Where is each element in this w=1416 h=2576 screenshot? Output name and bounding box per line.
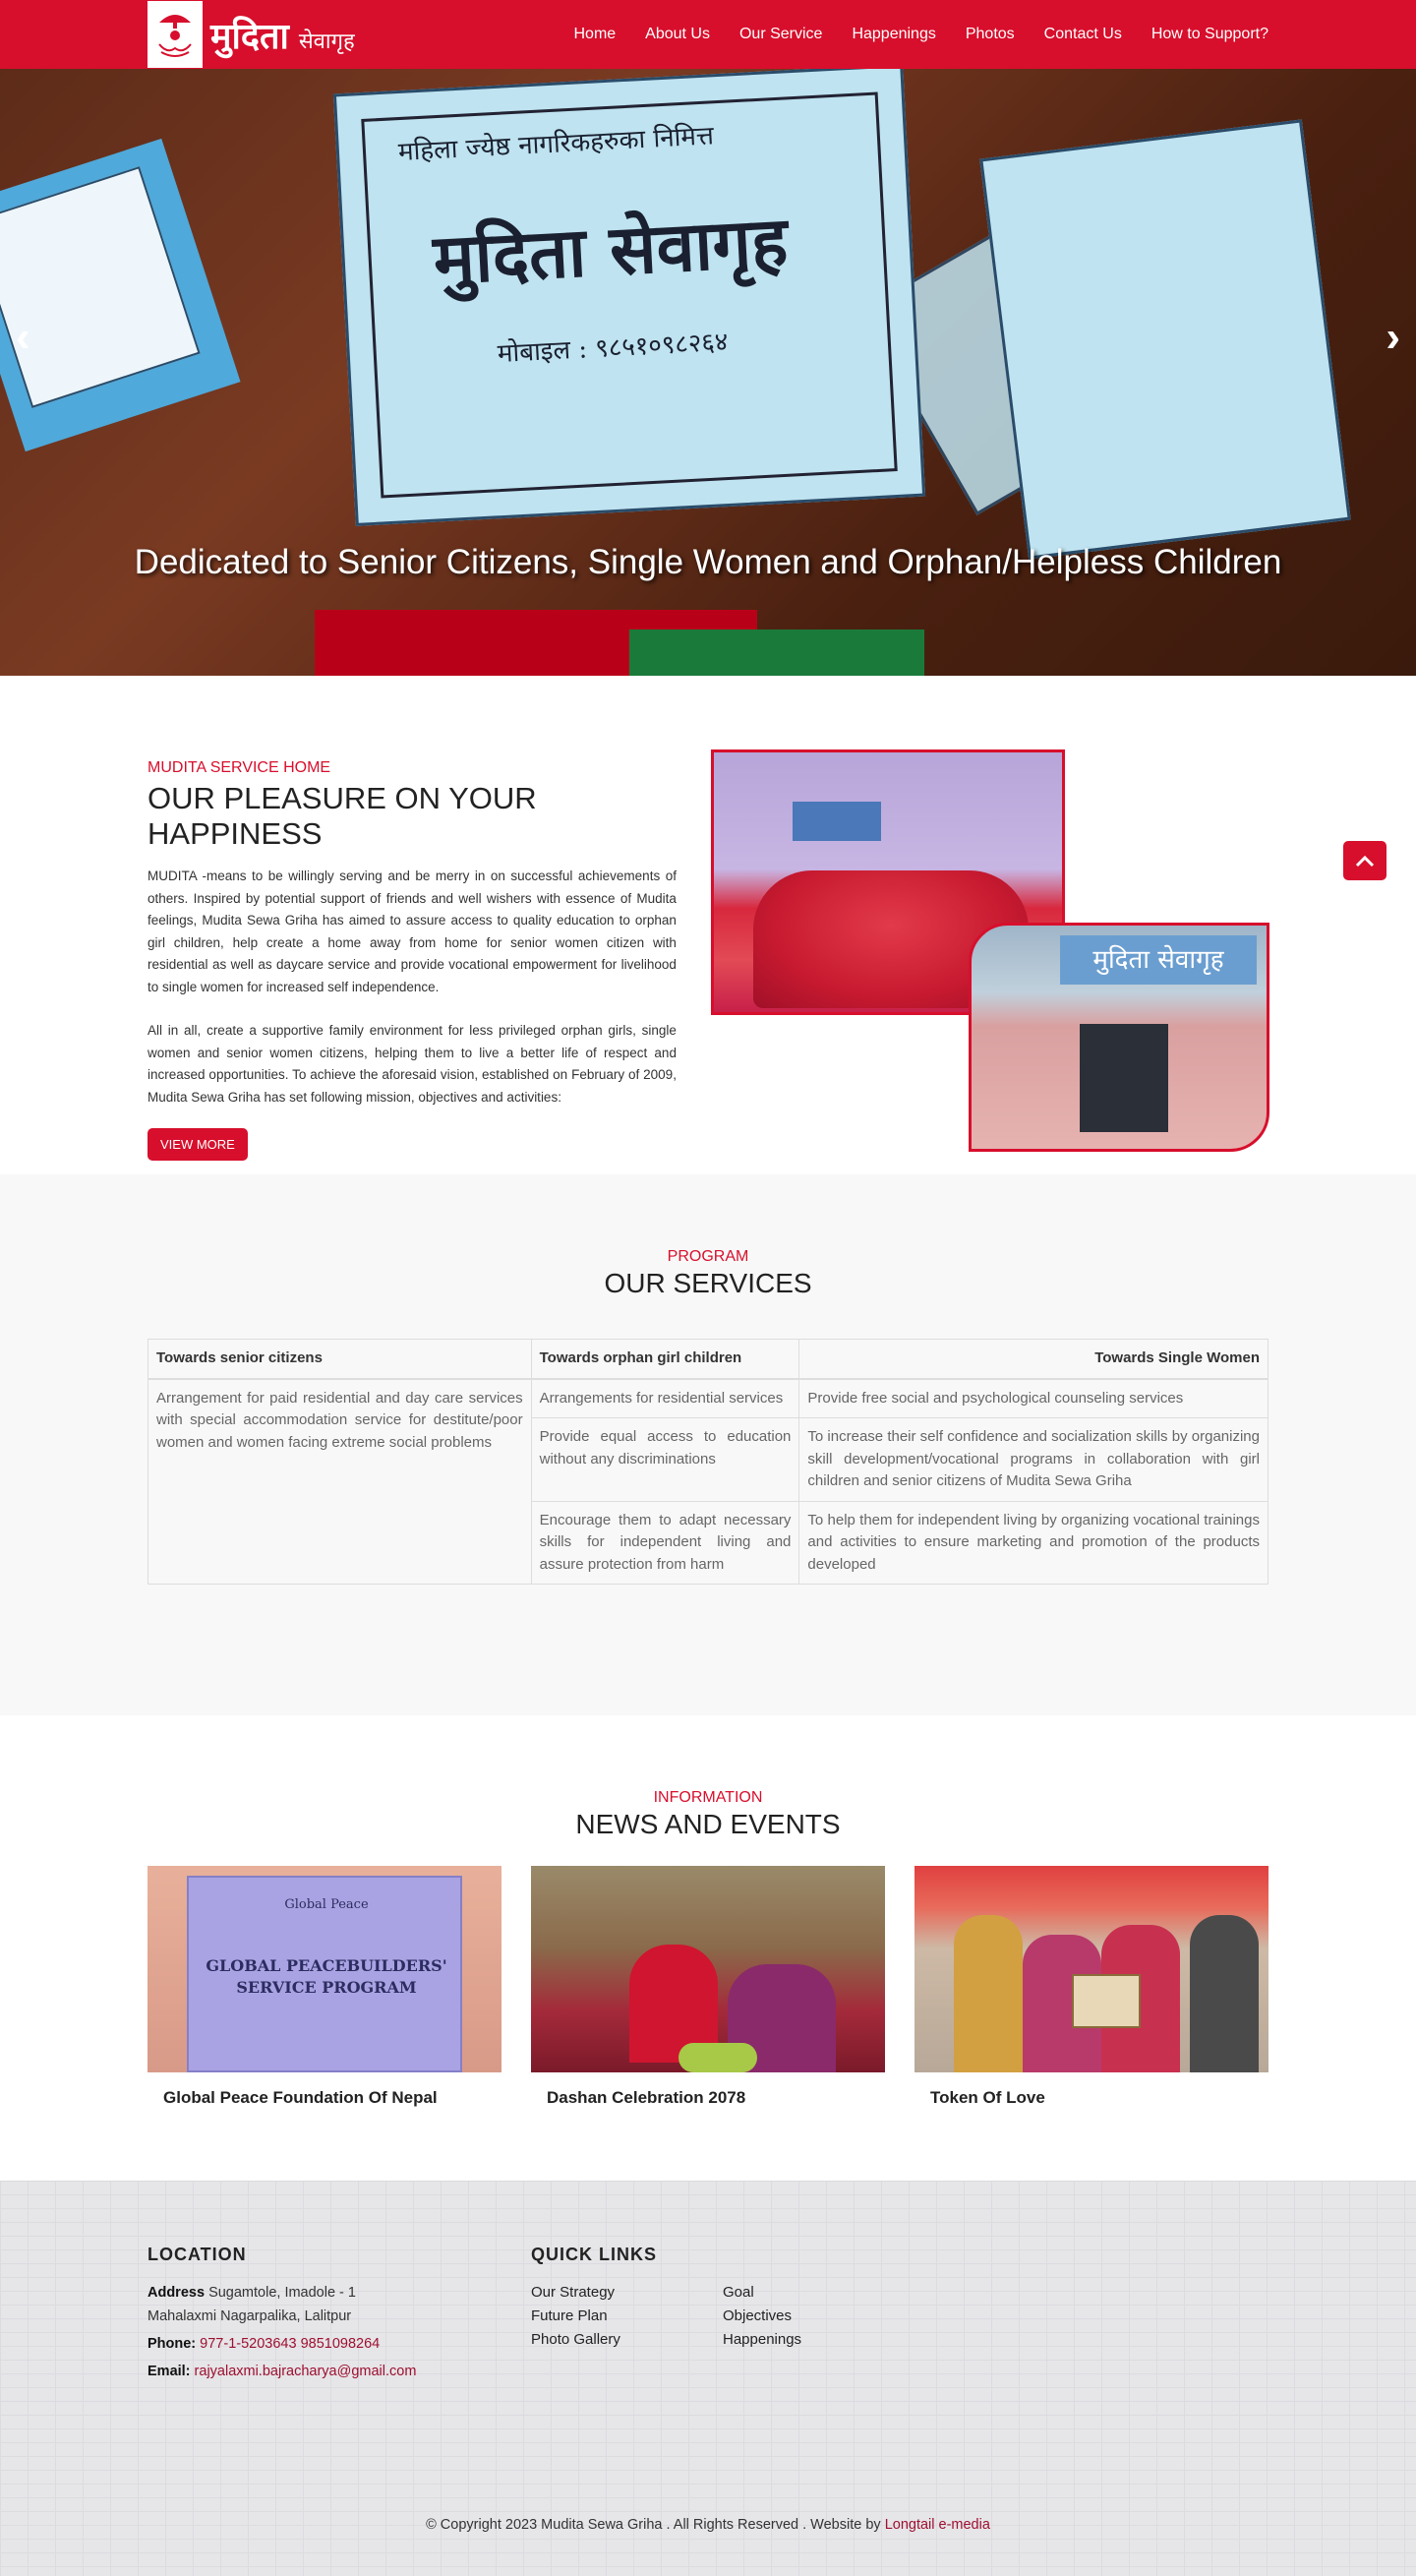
link-goal[interactable]: Goal xyxy=(723,2281,914,2305)
address-line-2: Mahalaxmi Nagarpalika, Lalitpur xyxy=(148,2308,352,2324)
location-heading: LOCATION xyxy=(148,2245,247,2264)
table-row: Arrangement for paid residential and day… xyxy=(148,1378,1268,1585)
nav-home[interactable]: Home xyxy=(573,26,616,43)
link-future-plan[interactable]: Future Plan xyxy=(531,2305,723,2328)
footer: LOCATION Address Sugamtole, Imadole - 1 … xyxy=(0,2181,1416,2576)
slider-next-icon[interactable]: › xyxy=(1386,313,1400,362)
about-paragraph-2: All in all, create a supportive family e… xyxy=(148,1023,677,1105)
nav-how-to-support[interactable]: How to Support? xyxy=(1151,26,1268,43)
hero-card-stack xyxy=(979,119,1351,560)
about-title: OUR PLEASURE ON YOUR HAPPINESS xyxy=(148,781,537,851)
table-cell: To increase their self confidence and so… xyxy=(798,1417,1268,1502)
about-section: MUDITA SERVICE HOME OUR PLEASURE ON YOUR… xyxy=(0,676,1416,1174)
nav-photos[interactable]: Photos xyxy=(966,26,1015,43)
link-our-strategy[interactable]: Our Strategy xyxy=(531,2281,723,2305)
hero-card-title: मुदिता सेवागृह xyxy=(431,200,791,301)
services-kicker: PROGRAM xyxy=(667,1248,749,1265)
phone-label: Phone: xyxy=(148,2336,197,2352)
table-cell: Encourage them to adapt necessary skills… xyxy=(530,1500,800,1585)
about-paragraph-1: MUDITA -means to be willingly serving an… xyxy=(148,869,677,994)
services-table: Towards senior citizens Towards orphan g… xyxy=(148,1339,1268,1585)
logo[interactable]: मुदिता सेवागृह xyxy=(148,1,355,68)
nav-contact-us[interactable]: Contact Us xyxy=(1044,26,1122,43)
navbar: मुदिता सेवागृह Home About Us Our Service… xyxy=(0,0,1416,69)
table-cell: Provide free social and psychological co… xyxy=(798,1378,1268,1418)
news-image[interactable] xyxy=(914,1866,1268,2072)
email-link[interactable]: rajyalaxmi.bajracharya@gmail.com xyxy=(195,2364,417,2379)
address-label: Address xyxy=(148,2285,206,2301)
table-cell: Arrangements for residential services xyxy=(530,1378,800,1418)
slider-prev-icon[interactable]: ‹ xyxy=(16,313,30,362)
news-image[interactable]: Global Peace GLOBAL PEACEBUILDERS' SERVI… xyxy=(148,1866,502,2072)
news-title: NEWS AND EVENTS xyxy=(575,1809,841,1839)
email-label: Email: xyxy=(148,2364,191,2379)
copyright: © Copyright 2023 Mudita Sewa Griha . All… xyxy=(0,2517,1416,2533)
chevron-up-icon xyxy=(1355,855,1375,868)
table-header-row: Towards senior citizens Towards orphan g… xyxy=(148,1339,1268,1380)
board-line-1: GLOBAL PEACEBUILDERS' xyxy=(206,1956,447,1975)
phone-number[interactable]: 977-1-5203643 9851098264 xyxy=(200,2336,380,2352)
about-kicker: MUDITA SERVICE HOME xyxy=(148,759,331,776)
board-brand: Global Peace xyxy=(284,1897,369,1912)
copyright-text: © Copyright 2023 Mudita Sewa Griha . All… xyxy=(426,2517,881,2533)
hero-slider: महिला ज्येष्ठ नागरिकहरुका निमित्त मुदिता… xyxy=(0,0,1416,676)
table-header: Towards orphan girl children xyxy=(530,1339,800,1380)
news-card[interactable]: Token Of Love xyxy=(914,1866,1268,2108)
news-image[interactable] xyxy=(531,1866,885,2072)
quick-links-heading: QUICK LINKS xyxy=(531,2245,657,2264)
link-photo-gallery[interactable]: Photo Gallery xyxy=(531,2328,723,2352)
table-cell: To help them for independent living by o… xyxy=(798,1500,1268,1585)
logo-sub-text: सेवागृह xyxy=(298,29,355,54)
hero-card-image: महिला ज्येष्ठ नागरिकहरुका निमित्त मुदिता… xyxy=(332,64,926,526)
services-section: PROGRAM OUR SERVICES Towards senior citi… xyxy=(0,1174,1416,1715)
hero-caption: Dedicated to Senior Citizens, Single Wom… xyxy=(134,543,1282,581)
quick-links: Our Strategy Goal Future Plan Objectives… xyxy=(531,2281,914,2352)
news-kicker: INFORMATION xyxy=(653,1789,763,1806)
board-line-2: SERVICE PROGRAM xyxy=(236,1978,417,1997)
news-card-title[interactable]: Token Of Love xyxy=(914,2072,1268,2108)
nav-about-us[interactable]: About Us xyxy=(645,26,710,43)
table-cell: Arrangement for paid residential and day… xyxy=(148,1378,532,1585)
news-card[interactable]: Global Peace GLOBAL PEACEBUILDERS' SERVI… xyxy=(148,1866,502,2108)
news-section: INFORMATION NEWS AND EVENTS Global Peace… xyxy=(0,1715,1416,2181)
view-more-button[interactable]: VIEW MORE xyxy=(148,1128,248,1161)
news-card[interactable]: Dashan Celebration 2078 xyxy=(531,1866,885,2108)
hero-blue-box-image xyxy=(0,138,241,452)
building-sign: मुदिता सेवागृह xyxy=(1059,935,1257,985)
table-cell: Provide equal access to education withou… xyxy=(530,1417,800,1502)
about-building-photo: मुदिता सेवागृह xyxy=(968,923,1269,1152)
main-nav: Home About Us Our Service Happenings Pho… xyxy=(573,26,1268,43)
credit-link[interactable]: Longtail e-media xyxy=(885,2517,990,2533)
back-to-top-button[interactable] xyxy=(1343,841,1386,880)
address-line-1: Sugamtole, Imadole - 1 xyxy=(208,2285,356,2301)
table-header: Towards Single Women xyxy=(798,1339,1268,1380)
nav-our-service[interactable]: Our Service xyxy=(739,26,822,43)
nav-happenings[interactable]: Happenings xyxy=(852,26,935,43)
link-happenings[interactable]: Happenings xyxy=(723,2328,914,2352)
link-objectives[interactable]: Objectives xyxy=(723,2305,914,2328)
logo-emblem-icon xyxy=(148,1,203,68)
hero-green-cloth xyxy=(629,629,924,676)
news-card-title[interactable]: Global Peace Foundation Of Nepal xyxy=(148,2072,502,2108)
news-card-title[interactable]: Dashan Celebration 2078 xyxy=(531,2072,885,2108)
table-header: Towards senior citizens xyxy=(148,1339,532,1380)
logo-main-text: मुदिता xyxy=(210,15,289,57)
services-title: OUR SERVICES xyxy=(604,1268,812,1298)
